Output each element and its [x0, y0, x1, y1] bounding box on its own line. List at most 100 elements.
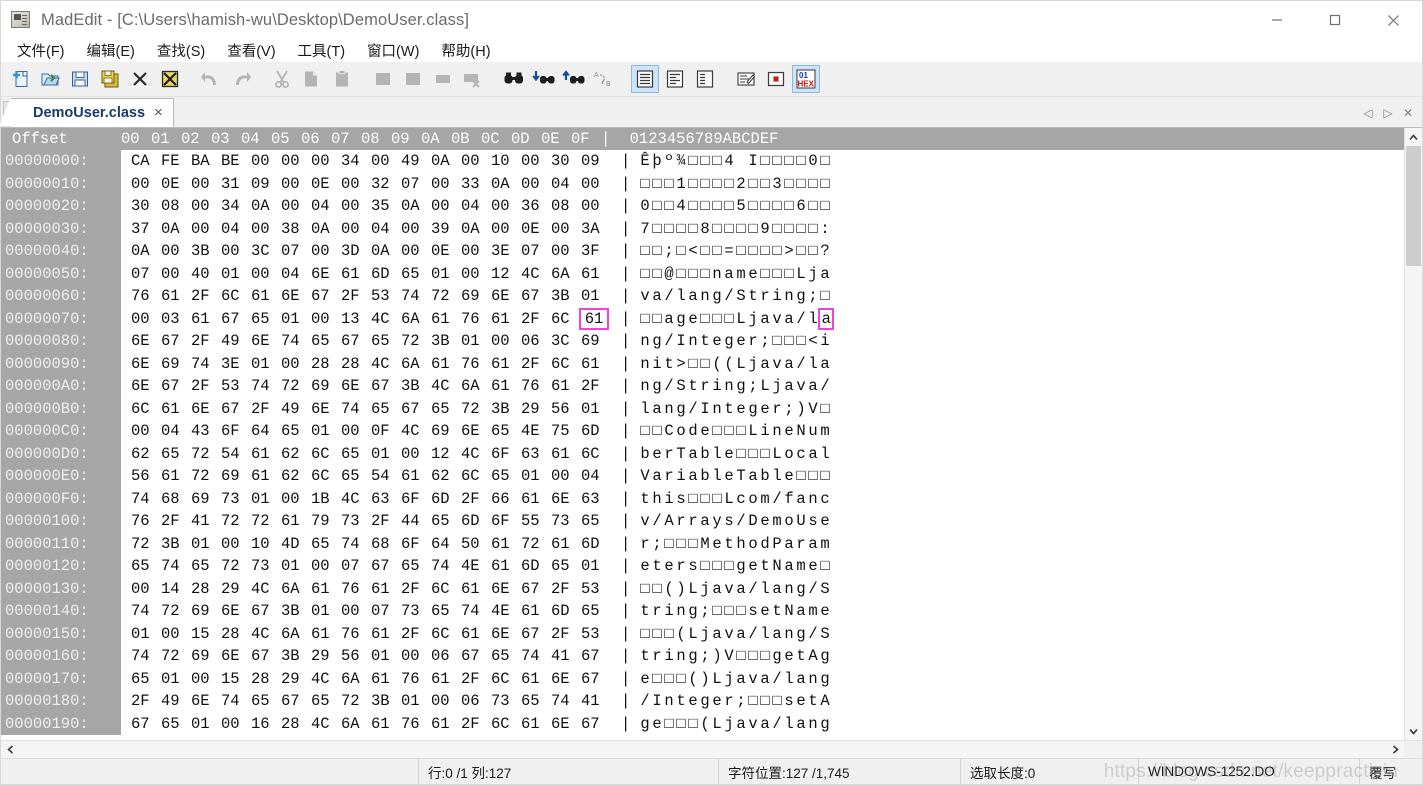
ascii-char[interactable]: r — [676, 512, 688, 530]
ascii-char[interactable]: □ — [712, 557, 724, 575]
ascii-char[interactable]: □ — [820, 467, 832, 485]
ascii-char[interactable]: 2 — [736, 175, 748, 193]
hex-byte[interactable]: 76 — [461, 355, 491, 373]
hex-byte[interactable]: 01 — [581, 400, 611, 418]
ascii-char[interactable]: 6 — [796, 197, 808, 215]
hex-byte[interactable]: 55 — [521, 512, 551, 530]
hex-byte[interactable]: 76 — [521, 377, 551, 395]
ascii-char[interactable]: s — [748, 602, 760, 620]
ascii-char[interactable]: □ — [688, 265, 700, 283]
hex-byte[interactable]: 74 — [521, 647, 551, 665]
hex-byte[interactable]: 72 — [431, 287, 461, 305]
ascii-char[interactable]: □ — [784, 332, 796, 350]
hex-byte[interactable]: 6F — [491, 512, 521, 530]
hex-byte[interactable]: 72 — [161, 602, 191, 620]
ascii-char[interactable] — [736, 152, 748, 170]
ascii-char[interactable]: □ — [736, 422, 748, 440]
hex-row-ascii[interactable]: n g / In t e g e r; □ □ □ < i — [640, 332, 832, 350]
hex-byte[interactable]: 61 — [251, 467, 281, 485]
hex-byte[interactable]: 1B — [311, 490, 341, 508]
ascii-char[interactable]: g — [748, 400, 760, 418]
ascii-char[interactable]: ( — [700, 715, 712, 733]
ascii-char[interactable]: □ — [676, 242, 688, 260]
hex-byte[interactable]: 04 — [281, 265, 311, 283]
ascii-char[interactable]: l — [712, 467, 724, 485]
hex-row-bytes[interactable]: 65 01 00 15 28 29 4C 6A 61 76 61 2F 6C 6… — [121, 670, 611, 688]
hex-row[interactable]: 00000070: 00 03 61 67 65 01 00 13 4C 6A 6… — [1, 307, 1404, 330]
hex-row[interactable]: 00000060: 76 61 2F 6C 61 6E 67 2F 53 74 7… — [1, 285, 1404, 308]
ascii-char[interactable]: □ — [676, 265, 688, 283]
ascii-char[interactable]: r — [796, 535, 808, 553]
hex-byte[interactable]: 67 — [221, 310, 251, 328]
ascii-char[interactable]: □ — [760, 265, 772, 283]
hex-byte[interactable]: 67 — [161, 377, 191, 395]
ascii-char[interactable]: t — [724, 535, 736, 553]
hex-byte[interactable]: 07 — [341, 557, 371, 575]
ascii-char[interactable]: N — [772, 557, 784, 575]
ascii-char[interactable]: e — [760, 400, 772, 418]
hex-byte[interactable]: 04 — [161, 422, 191, 440]
hex-byte[interactable]: 01 — [281, 310, 311, 328]
hex-byte[interactable]: 00 — [371, 152, 401, 170]
ascii-char[interactable]: n — [808, 670, 820, 688]
hex-byte[interactable]: 6A — [401, 310, 431, 328]
ascii-char[interactable]: □ — [676, 535, 688, 553]
ascii-char[interactable]: / — [796, 310, 808, 328]
hex-row[interactable]: 000000B0: 6C 61 6E 67 2F 49 6E 74 65 67 6… — [1, 397, 1404, 420]
ascii-char[interactable]: e — [784, 467, 796, 485]
scroll-down-arrow-icon[interactable] — [1405, 722, 1422, 740]
hex-row-bytes[interactable]: 65 74 65 72 73 01 00 07 67 65 74 4E 61 6… — [121, 557, 611, 575]
hex-byte[interactable]: 04 — [581, 467, 611, 485]
ascii-char[interactable]: g — [688, 602, 700, 620]
hex-byte[interactable]: 49 — [221, 332, 251, 350]
ascii-char[interactable]: □ — [784, 152, 796, 170]
hex-byte[interactable]: 3E — [221, 355, 251, 373]
hex-byte[interactable]: 49 — [161, 692, 191, 710]
redo-icon[interactable] — [227, 65, 255, 93]
hex-byte[interactable]: 6E — [251, 332, 281, 350]
hex-byte[interactable]: 6E — [461, 422, 491, 440]
hex-byte[interactable]: 76 — [401, 670, 431, 688]
ascii-char[interactable]: > — [676, 355, 688, 373]
ascii-char[interactable]: a — [724, 265, 736, 283]
hex-byte[interactable]: 74 — [131, 647, 161, 665]
ascii-char[interactable]: e — [700, 422, 712, 440]
hex-byte[interactable]: BE — [221, 152, 251, 170]
hex-byte[interactable]: 0A — [161, 220, 191, 238]
hex-byte[interactable]: 0E — [311, 175, 341, 193]
ascii-char[interactable]: a — [760, 355, 772, 373]
hex-row[interactable]: 00000080: 6E 67 2F 49 6E 74 65 67 65 72 3… — [1, 330, 1404, 353]
hex-byte[interactable]: 28 — [311, 355, 341, 373]
ascii-char[interactable]: L — [736, 310, 748, 328]
ascii-char[interactable]: m — [808, 602, 820, 620]
ascii-char[interactable]: j — [700, 580, 712, 598]
ascii-char[interactable]: □ — [796, 220, 808, 238]
ascii-char[interactable]: □ — [796, 175, 808, 193]
ascii-char[interactable]: a — [784, 310, 796, 328]
hex-byte[interactable]: 61 — [551, 377, 581, 395]
word-wrap-by-column-icon[interactable] — [661, 65, 689, 93]
hex-byte[interactable]: 00 — [491, 220, 521, 238]
status-insert-mode[interactable]: 覆写 — [1360, 759, 1422, 784]
ascii-char[interactable]: □ — [760, 197, 772, 215]
ascii-char[interactable]: g — [820, 715, 832, 733]
ascii-char[interactable]: u — [808, 422, 820, 440]
ascii-char[interactable]: g — [676, 400, 688, 418]
hex-byte[interactable]: 6C — [491, 670, 521, 688]
ascii-char[interactable]: □ — [640, 625, 652, 643]
open-file-icon[interactable] — [36, 65, 64, 93]
hex-byte[interactable]: 56 — [131, 467, 161, 485]
hex-byte[interactable]: 61 — [251, 287, 281, 305]
hex-byte[interactable]: 00 — [191, 220, 221, 238]
ascii-char[interactable]: □ — [664, 220, 676, 238]
ascii-char[interactable]: a — [748, 467, 760, 485]
ascii-char[interactable]: r — [676, 557, 688, 575]
ascii-char[interactable]: □ — [820, 400, 832, 418]
ascii-char[interactable]: r — [700, 377, 712, 395]
hex-byte[interactable]: 61 — [521, 602, 551, 620]
ascii-char[interactable]: c — [796, 445, 808, 463]
hex-byte[interactable]: 6E — [551, 715, 581, 733]
ascii-char[interactable]: r — [664, 445, 676, 463]
ascii-char[interactable]: d — [688, 422, 700, 440]
hex-byte[interactable]: 0A — [431, 152, 461, 170]
